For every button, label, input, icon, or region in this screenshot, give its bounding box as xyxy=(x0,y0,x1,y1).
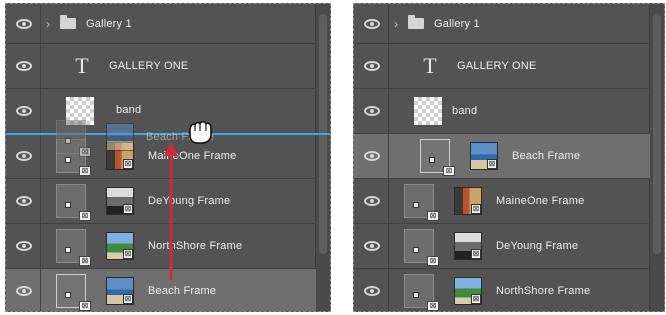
visibility-toggle[interactable] xyxy=(6,44,41,88)
eye-icon[interactable] xyxy=(364,18,380,29)
layer-name: Gallery 1 xyxy=(86,17,132,30)
visibility-toggle[interactable] xyxy=(6,224,41,268)
layer-name: MaineOne Frame xyxy=(496,195,585,207)
layer-name: DeYoung Frame xyxy=(496,240,579,252)
visibility-toggle[interactable] xyxy=(354,134,389,178)
chevron-right-icon[interactable]: › xyxy=(394,16,398,32)
folder-icon xyxy=(60,14,76,29)
layer-row-gallery-one[interactable]: T GALLERY ONE xyxy=(6,44,316,89)
chevron-right-icon[interactable]: › xyxy=(46,16,50,32)
layer-name: NorthShore Frame xyxy=(496,285,591,297)
deyoung-photo-thumbnail: ⊠ xyxy=(106,187,134,215)
type-t-icon: T xyxy=(423,53,437,78)
visibility-toggle[interactable] xyxy=(354,269,389,311)
layer-row-deyoung-frame[interactable]: ⊠ ⊠ DeYoung Frame xyxy=(354,224,650,269)
layers-scrollbar[interactable] xyxy=(315,4,330,311)
frame-icon: ⊠ xyxy=(404,229,439,266)
type-t-icon: T xyxy=(75,53,89,78)
drag-direction-arrow xyxy=(164,142,178,280)
layer-row-band[interactable]: band xyxy=(354,89,650,134)
frame-icon: ⊠ xyxy=(404,274,439,311)
visibility-toggle[interactable] xyxy=(6,179,41,223)
layer-name: band xyxy=(452,105,478,117)
layer-name: band xyxy=(116,104,142,116)
eye-icon[interactable] xyxy=(16,196,32,206)
layer-row-gallery-1[interactable]: › Gallery 1 xyxy=(6,4,316,44)
layers-scrollbar[interactable] xyxy=(649,4,664,311)
layer-row-maineone-frame[interactable]: ⊠ ⊠ MaineOne Frame xyxy=(354,179,650,224)
frame-icon: ⊠ xyxy=(420,139,455,176)
northshore-photo-thumbnail: ⊠ xyxy=(454,277,482,305)
layer-row-beach-frame[interactable]: ⊠ ⊠ Beach Frame xyxy=(354,134,650,179)
frame-icon: ⊠ xyxy=(56,274,91,311)
layers-panel-before: › Gallery 1 T GALLERY ONE band ⊠ ⊠ Maine… xyxy=(5,3,331,312)
frame-icon: ⊠ xyxy=(56,184,91,221)
eye-icon[interactable] xyxy=(16,106,32,116)
eye-icon[interactable] xyxy=(364,151,380,161)
layer-name: Beach Frame xyxy=(512,150,581,162)
folder-icon xyxy=(408,14,424,29)
eye-icon[interactable] xyxy=(16,286,32,296)
beach-photo-thumbnail: ⊠ xyxy=(470,142,498,170)
layer-row-gallery-one[interactable]: T GALLERY ONE xyxy=(354,44,650,89)
beach-photo-thumbnail: ⊠ xyxy=(106,277,134,305)
layers-list: › Gallery 1 T GALLERY ONE band ⊠ ⊠ Beach… xyxy=(354,4,650,311)
eye-icon[interactable] xyxy=(16,18,32,29)
eye-icon[interactable] xyxy=(364,286,380,296)
grab-hand-icon xyxy=(189,120,212,144)
eye-icon[interactable] xyxy=(364,196,380,206)
visibility-toggle[interactable] xyxy=(354,4,389,43)
eye-icon[interactable] xyxy=(16,151,32,161)
eye-icon[interactable] xyxy=(16,61,32,71)
layer-row-northshore-frame[interactable]: ⊠ ⊠ NorthShore Frame xyxy=(354,269,650,311)
visibility-toggle[interactable] xyxy=(354,179,389,223)
visibility-toggle[interactable] xyxy=(354,89,389,133)
scrollbar-thumb[interactable] xyxy=(653,14,661,254)
frame-icon: ⊠ xyxy=(56,120,91,157)
visibility-toggle[interactable] xyxy=(354,224,389,268)
layer-name: GALLERY ONE xyxy=(109,60,189,72)
layer-name: Beach Frame xyxy=(148,285,217,297)
visibility-toggle[interactable] xyxy=(354,44,389,88)
deyoung-photo-thumbnail: ⊠ xyxy=(454,232,482,260)
layers-panel-after: › Gallery 1 T GALLERY ONE band ⊠ ⊠ Beach… xyxy=(353,3,665,312)
band-thumbnail xyxy=(414,97,442,125)
visibility-toggle[interactable] xyxy=(6,269,41,311)
eye-icon[interactable] xyxy=(364,241,380,251)
layer-row-gallery-1[interactable]: › Gallery 1 xyxy=(354,4,650,44)
beach-photo-thumbnail xyxy=(106,123,134,151)
eye-icon[interactable] xyxy=(364,106,380,116)
visibility-toggle[interactable] xyxy=(6,4,41,43)
layer-name: GALLERY ONE xyxy=(457,60,537,72)
frame-icon: ⊠ xyxy=(56,229,91,266)
eye-icon[interactable] xyxy=(364,61,380,71)
layer-name: Gallery 1 xyxy=(434,17,480,30)
frame-icon: ⊠ xyxy=(404,184,439,221)
eye-icon[interactable] xyxy=(16,241,32,251)
northshore-photo-thumbnail: ⊠ xyxy=(106,232,134,260)
maineone-photo-thumbnail: ⊠ xyxy=(454,187,482,215)
